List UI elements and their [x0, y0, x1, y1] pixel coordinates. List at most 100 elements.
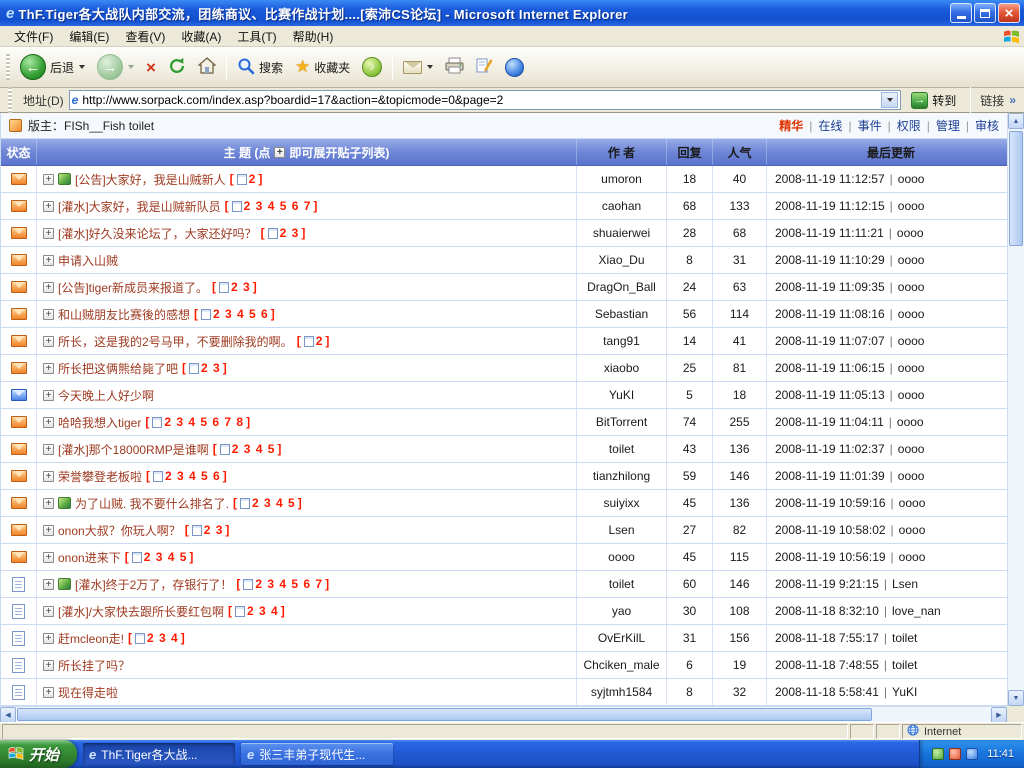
- nav-manage[interactable]: 管理: [936, 117, 960, 134]
- author-link[interactable]: yao: [612, 604, 631, 618]
- updater-link[interactable]: oooo: [899, 523, 926, 537]
- topic-link[interactable]: onon大叔？你玩人啊？: [58, 522, 181, 539]
- media-button[interactable]: ♪: [356, 55, 388, 79]
- scroll-left-button[interactable]: ◀: [0, 707, 16, 723]
- topic-link[interactable]: onon进来下: [58, 549, 121, 566]
- author-link[interactable]: BitTorrent: [596, 415, 647, 429]
- author-link[interactable]: umoron: [601, 172, 642, 186]
- topic-pages[interactable]: [2 3 4 5 ]: [125, 550, 195, 564]
- expand-icon[interactable]: [43, 579, 54, 590]
- back-dropdown-icon[interactable]: [79, 65, 85, 69]
- topic-pages[interactable]: [2 3 4 ]: [128, 631, 186, 645]
- author-link[interactable]: Sebastian: [595, 307, 648, 321]
- updater-link[interactable]: love_nan: [892, 604, 941, 618]
- stop-button[interactable]: ×: [140, 57, 162, 78]
- author-link[interactable]: oooo: [608, 550, 635, 564]
- address-input[interactable]: e http://www.sorpack.com/index.asp?board…: [69, 90, 902, 110]
- updater-link[interactable]: oooo: [898, 442, 925, 456]
- topic-pages[interactable]: [2 3 ]: [182, 361, 228, 375]
- search-button[interactable]: 搜索: [231, 55, 289, 80]
- close-button[interactable]: ×: [998, 3, 1020, 23]
- nav-audit[interactable]: 审核: [975, 117, 999, 134]
- scroll-right-button[interactable]: ▶: [991, 707, 1007, 723]
- expand-icon[interactable]: [43, 174, 54, 185]
- expand-icon[interactable]: [43, 525, 54, 536]
- expand-icon[interactable]: [43, 282, 54, 293]
- taskbar-window-other[interactable]: e 张三丰弟子现代生...: [241, 743, 393, 765]
- updater-link[interactable]: oooo: [898, 388, 925, 402]
- updater-link[interactable]: oooo: [898, 469, 925, 483]
- expand-icon[interactable]: [43, 471, 54, 482]
- maximize-button[interactable]: [974, 3, 996, 23]
- topic-pages[interactable]: [2 3 ]: [185, 523, 231, 537]
- updater-link[interactable]: oooo: [898, 307, 925, 321]
- menu-file[interactable]: 文件(F): [6, 26, 61, 47]
- topic-link[interactable]: 和山贼朋友比赛後的感想: [58, 306, 190, 323]
- tray-network-icon[interactable]: [966, 748, 978, 760]
- topic-pages[interactable]: [2 ]: [230, 172, 264, 186]
- menu-tools[interactable]: 工具(T): [229, 26, 284, 47]
- author-link[interactable]: DragOn_Ball: [587, 280, 656, 294]
- author-link[interactable]: caohan: [602, 199, 641, 213]
- topic-pages[interactable]: [2 3 ]: [212, 280, 258, 294]
- toolbar-grip[interactable]: [6, 54, 10, 80]
- topic-pages[interactable]: [2 ]: [297, 334, 331, 348]
- topic-pages[interactable]: [2 3 4 ]: [228, 604, 286, 618]
- expand-icon[interactable]: [43, 309, 54, 320]
- edit-button[interactable]: [470, 55, 499, 79]
- author-link[interactable]: syjtmh1584: [591, 685, 652, 699]
- updater-link[interactable]: oooo: [898, 280, 925, 294]
- topic-link[interactable]: 申请入山贼: [58, 252, 118, 269]
- topic-pages[interactable]: [2 3 4 5 6 ]: [194, 307, 276, 321]
- topic-pages[interactable]: [2 3 4 5 6 7 8 ]: [145, 415, 251, 429]
- nav-featured[interactable]: 精华: [779, 117, 803, 134]
- mail-button[interactable]: [397, 59, 439, 76]
- nav-permissions[interactable]: 权限: [897, 117, 921, 134]
- author-link[interactable]: shuaierwei: [593, 226, 650, 240]
- topic-link[interactable]: 为了山贼. 我不要什么排名了.: [75, 495, 229, 512]
- expand-icon[interactable]: [43, 417, 54, 428]
- vertical-scrollbar-thumb[interactable]: [1009, 131, 1023, 246]
- menu-help[interactable]: 帮助(H): [285, 26, 342, 47]
- expand-icon[interactable]: [43, 498, 54, 509]
- horizontal-scrollbar[interactable]: ◀ ▶: [0, 706, 1007, 722]
- author-link[interactable]: YuKI: [609, 388, 634, 402]
- tray-alert-icon[interactable]: [949, 748, 961, 760]
- mail-dropdown-icon[interactable]: [427, 65, 433, 69]
- expand-icon[interactable]: [43, 255, 54, 266]
- expand-icon[interactable]: [43, 336, 54, 347]
- topic-link[interactable]: 所长挂了吗？: [58, 657, 130, 674]
- nav-online[interactable]: 在线: [818, 117, 842, 134]
- topic-link[interactable]: [灌水]大家好，我是山贼新队员: [58, 198, 221, 215]
- topic-link[interactable]: 荣誉攀登老板啦: [58, 468, 142, 485]
- topic-pages[interactable]: [2 3 4 5 6 7 ]: [236, 577, 330, 591]
- updater-link[interactable]: toilet: [892, 658, 917, 672]
- topic-link[interactable]: [灌水]那个18000RMP是谁啊: [58, 441, 209, 458]
- minimize-button[interactable]: [950, 3, 972, 23]
- topic-link[interactable]: 今天晚上人好少啊: [58, 387, 154, 404]
- start-button[interactable]: 开始: [0, 740, 77, 768]
- topic-pages[interactable]: [2 3 4 5 6 ]: [146, 469, 228, 483]
- menu-favorites[interactable]: 收藏(A): [173, 26, 229, 47]
- print-button[interactable]: [439, 55, 470, 79]
- expand-icon[interactable]: [43, 228, 54, 239]
- author-link[interactable]: tang91: [603, 334, 640, 348]
- topic-link[interactable]: [公告]大家好，我是山贼新人: [75, 171, 226, 188]
- menu-view[interactable]: 查看(V): [117, 26, 173, 47]
- updater-link[interactable]: toilet: [892, 631, 917, 645]
- expand-icon[interactable]: [43, 552, 54, 563]
- topic-link[interactable]: 所长把这俩熊给毙了吧: [58, 360, 178, 377]
- expand-icon[interactable]: [43, 633, 54, 644]
- topic-pages[interactable]: [2 3 4 5 ]: [213, 442, 283, 456]
- scroll-up-button[interactable]: ▲: [1008, 113, 1024, 129]
- address-url[interactable]: http://www.sorpack.com/index.asp?boardid…: [82, 93, 877, 107]
- author-link[interactable]: OvErKilL: [598, 631, 645, 645]
- author-link[interactable]: Lsen: [608, 523, 634, 537]
- go-button[interactable]: → 转到: [906, 91, 961, 110]
- updater-link[interactable]: oooo: [899, 496, 926, 510]
- back-button[interactable]: ← 后退: [14, 52, 91, 82]
- nav-events[interactable]: 事件: [858, 117, 882, 134]
- topic-pages[interactable]: [2 3 4 5 6 7 ]: [225, 199, 319, 213]
- topic-link[interactable]: [公告]tiger新成员来报道了。: [58, 279, 208, 296]
- expand-icon[interactable]: [43, 660, 54, 671]
